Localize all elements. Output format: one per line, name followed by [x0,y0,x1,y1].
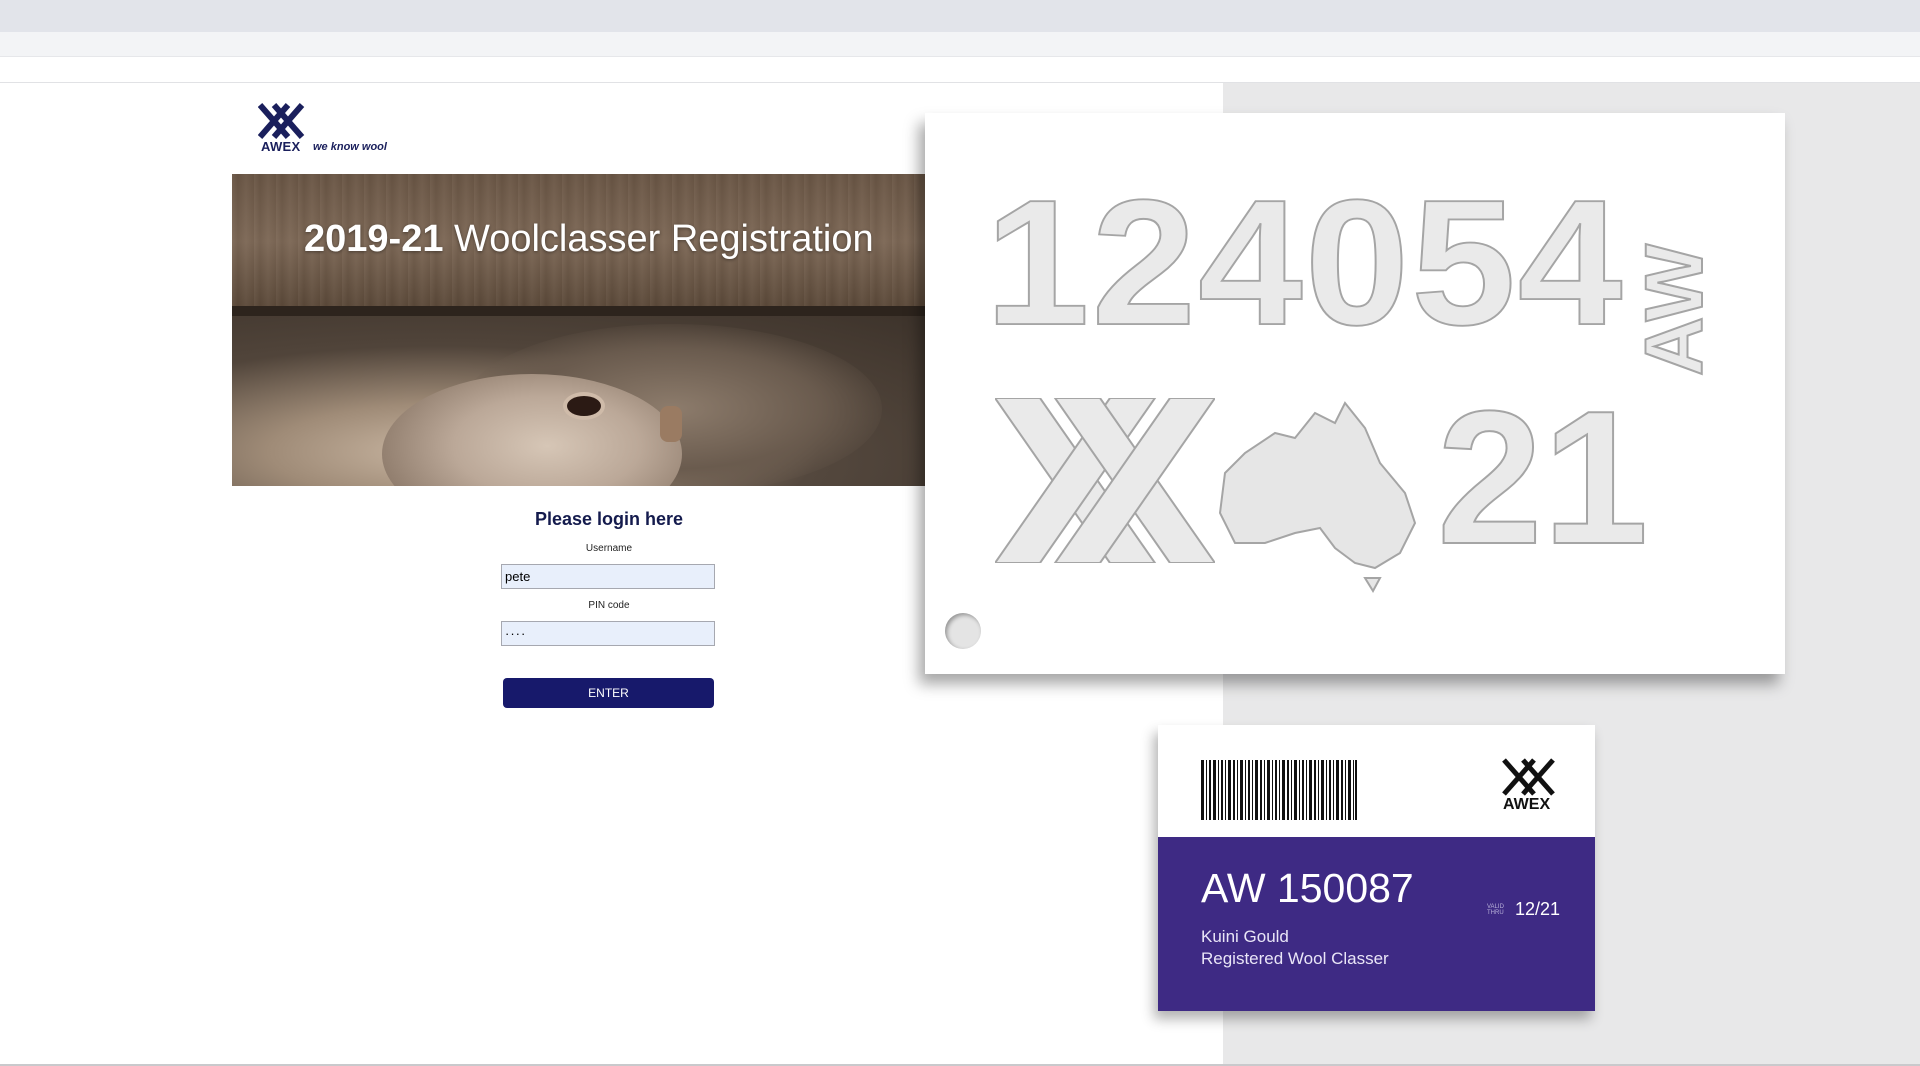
australia-map-icon [1218,401,1417,593]
hero-banner: 2019-21 Woolclasser Registration [232,174,926,486]
title-text: Woolclasser Registration [443,218,874,260]
stencil-plate: 124054 AW 21 [925,113,1785,674]
ear-tag [660,406,682,442]
stencil-awex-mark-icon [995,398,1215,563]
card-info-panel: AW 150087 VALID THRU 12/21 Kuini Gould Re… [1158,837,1595,1011]
card-holder-role: Registered Wool Classer [1201,949,1389,968]
valid-thru-label: VALID THRU [1487,904,1504,916]
classer-id-card: AWEX AW 150087 VALID THRU 12/21 Kuini Gou… [1158,725,1595,1011]
brand-tagline: we know wool [313,141,387,153]
page-title: 2019-21 Woolclasser Registration [304,218,874,261]
awex-mark-icon [258,103,305,139]
awex-logo[interactable]: AWEX we know wool [258,103,418,155]
browser-toolbar [0,32,1920,57]
barcode-icon [1201,760,1357,820]
title-years: 2019-21 [304,218,444,260]
card-expiry: 12/21 [1515,899,1561,919]
thru-label: THRU [1487,910,1504,916]
card-id: AW 150087 [1201,865,1414,911]
username-field[interactable] [501,564,715,589]
plank-gap [232,306,926,316]
card-brand: AWEX [1503,796,1551,813]
awex-mark-icon [1502,758,1555,796]
username-label: Username [585,543,633,554]
stencil-year: 21 [1436,372,1649,584]
awex-wordmark: AWEX [261,139,301,154]
pin-label: PIN code [588,600,630,611]
browser-top-bar [0,0,1920,32]
login-heading: Please login here [534,509,684,529]
stencil-number: 124054 [984,162,1625,363]
enter-button[interactable]: ENTER [503,678,714,708]
card-holder-name: Kuini Gould [1201,927,1289,946]
pin-field[interactable] [501,621,715,646]
card-awex-logo: AWEX [1501,758,1561,818]
stencil-hole [945,613,981,649]
sheep-eye [567,396,601,416]
